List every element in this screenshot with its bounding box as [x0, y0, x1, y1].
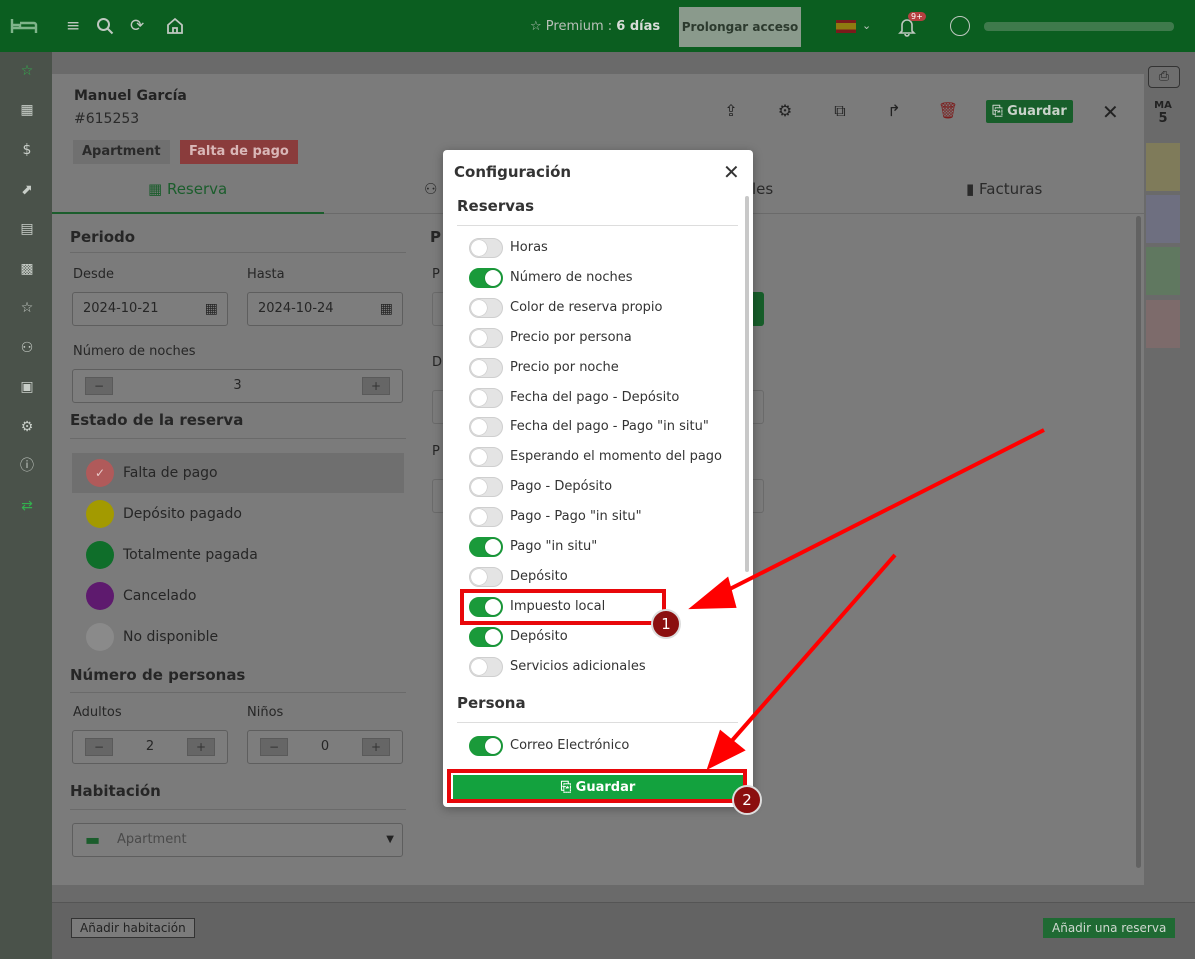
arrow-2-head: [706, 729, 746, 770]
arrow-2-line: [720, 553, 897, 754]
arrow-1-head: [688, 576, 737, 610]
annotation-arrows: [688, 428, 1045, 770]
